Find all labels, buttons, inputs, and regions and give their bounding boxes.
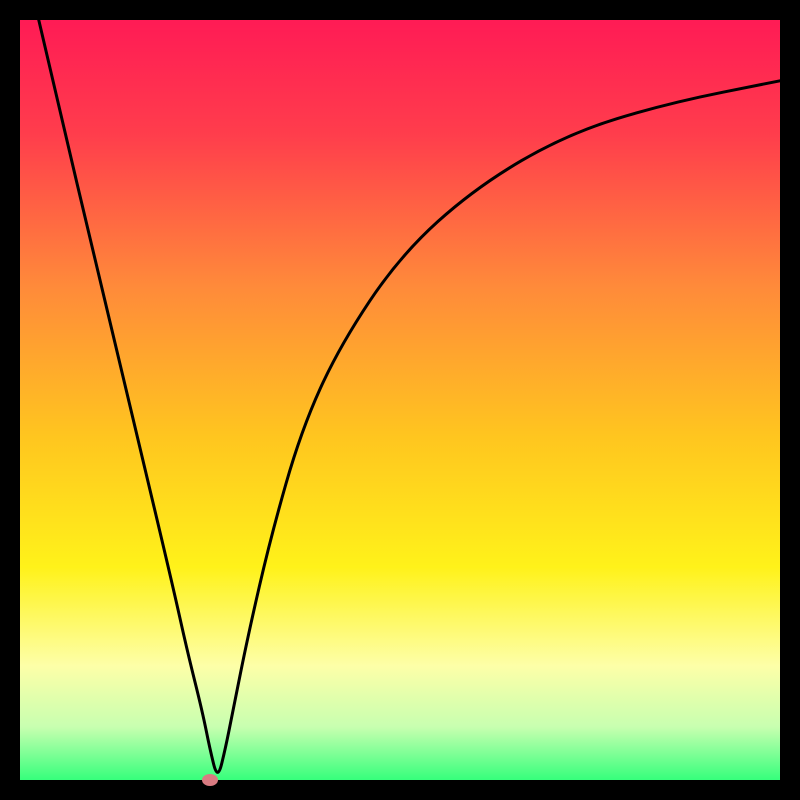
border-bottom	[0, 780, 800, 800]
border-left	[0, 0, 20, 800]
plot-area	[20, 20, 780, 780]
chart-frame: TheBottleneck.com	[0, 0, 800, 800]
border-right	[780, 0, 800, 800]
optimal-point-marker	[202, 774, 218, 786]
border-top	[0, 0, 800, 20]
bottleneck-curve	[20, 20, 780, 780]
